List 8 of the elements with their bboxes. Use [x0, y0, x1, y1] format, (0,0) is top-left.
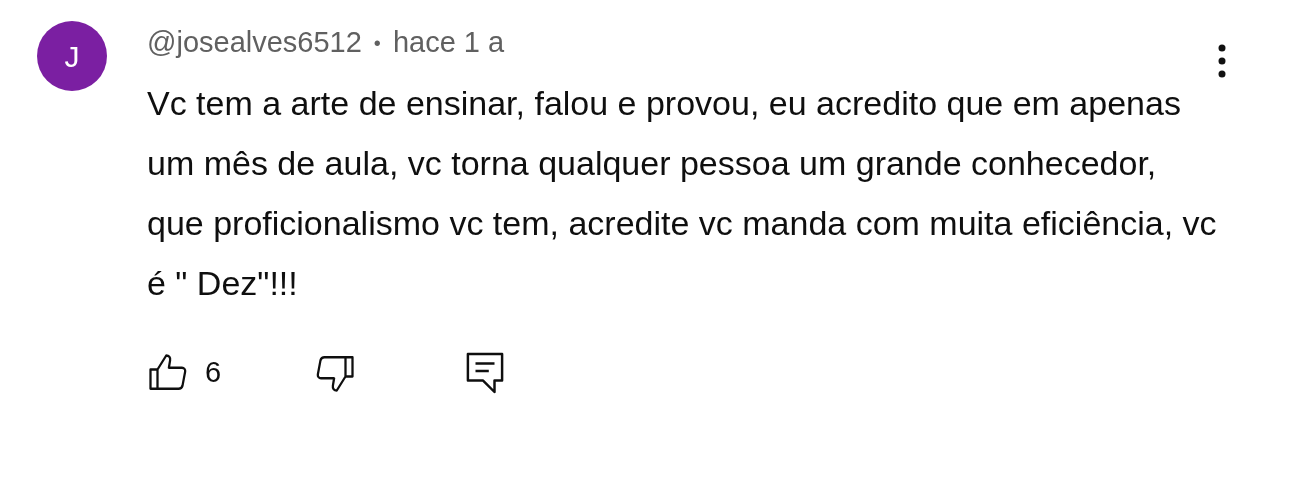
like-count: 6: [205, 355, 222, 390]
avatar[interactable]: J: [37, 21, 107, 91]
comment-text: Vc tem a arte de ensinar, falou e provou, eu acredito que em apenas um mês de aula, vc torna qualquer pessoa um grande conhecedor, que proficionalismo vc tem, acredite vc manda com muita eficiência, vc é " Dez"!!!: [147, 83, 1217, 304]
reply-icon[interactable]: [466, 351, 505, 394]
author-name[interactable]: @josealves6512: [147, 21, 362, 65]
separator: •: [373, 31, 381, 56]
comment-time[interactable]: hace 1 a: [392, 21, 505, 65]
more-options-icon[interactable]: [1218, 44, 1226, 78]
